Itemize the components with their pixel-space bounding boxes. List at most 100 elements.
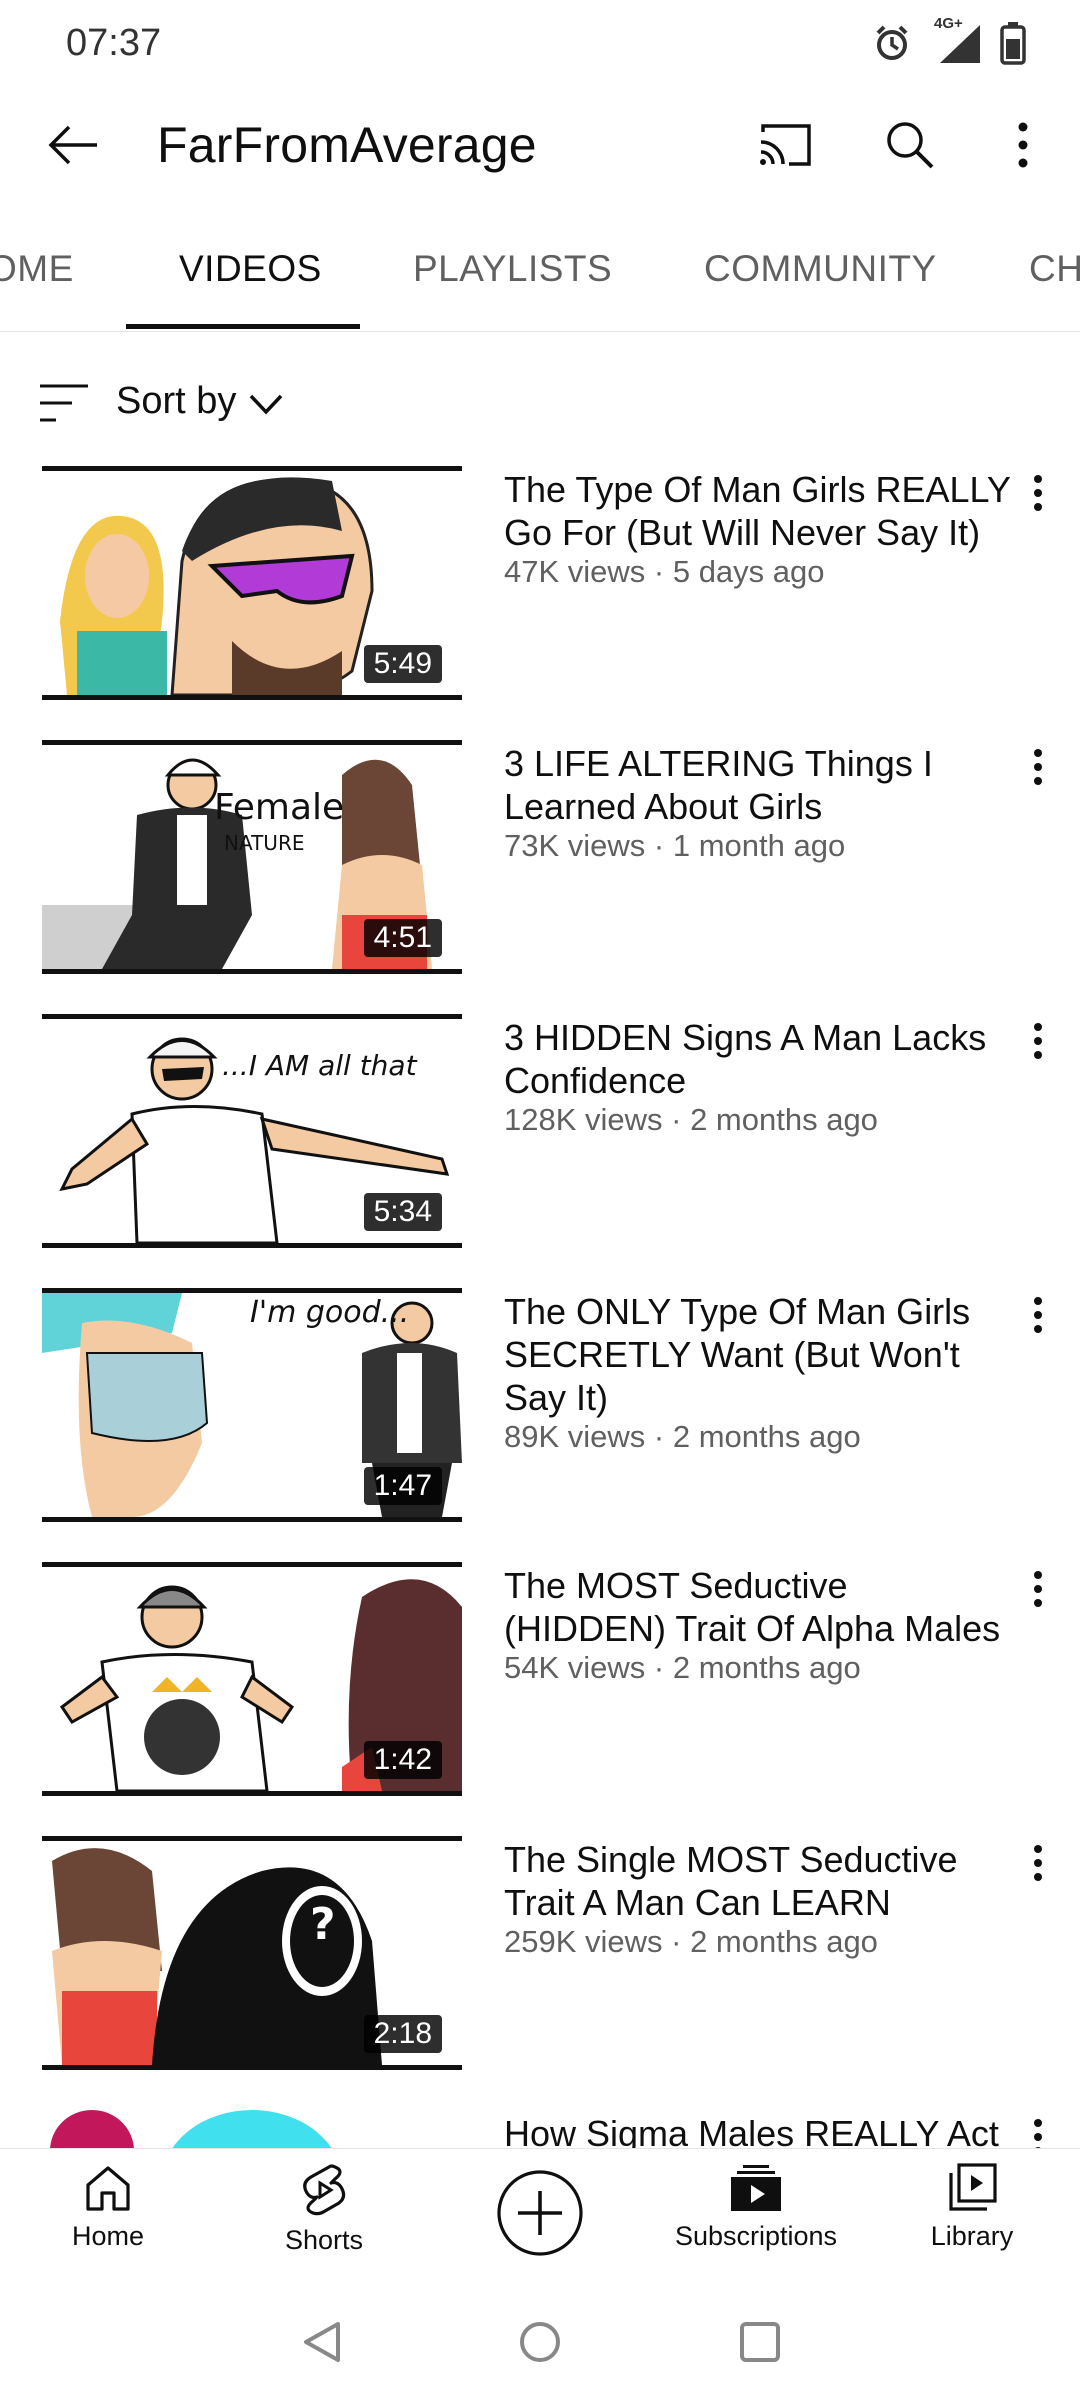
more-vert-icon [1034,1297,1042,1333]
video-thumbnail[interactable]: 5:49 [42,466,462,700]
nav-library[interactable]: Library [882,2163,1062,2273]
video-duration: 2:18 [363,2015,442,2053]
video-meta: 73K views · 1 month ago [504,828,846,863]
more-vert-icon [1034,749,1042,785]
video-thumbnail[interactable] [42,2110,462,2148]
status-icons: 4G+ [872,15,1026,70]
video-title[interactable]: The Single MOST Seductive Trait A Man Ca… [504,1838,1014,1924]
video-item[interactable]: ? 2:18 The Single MOST Seductive Trait A… [0,1836,1080,2110]
video-title[interactable]: How Sigma Males REALLY Act [504,2112,1014,2148]
back-button[interactable] [40,112,106,178]
alarm-icon [872,23,912,68]
chevron-down-icon [249,394,283,415]
active-tab-indicator [126,324,360,329]
video-meta: 128K views · 2 months ago [504,1102,878,1137]
sort-icon [40,384,88,422]
video-thumbnail[interactable]: ? 2:18 [42,1836,462,2070]
thumbnail-text: I'm good... [250,1295,410,1330]
video-more-button[interactable] [1022,1840,1054,1886]
more-vert-icon [1034,1845,1042,1881]
cast-button[interactable] [752,112,818,178]
tab-community[interactable]: COMMUNITY [704,248,937,290]
video-more-button[interactable] [1022,744,1054,790]
video-meta: 47K views · 5 days ago [504,554,825,589]
shorts-icon [303,2164,346,2216]
tab-playlists[interactable]: PLAYLISTS [413,248,612,290]
video-title[interactable]: The Type Of Man Girls REALLY Go For (But… [504,468,1014,554]
system-back-button[interactable] [292,2312,352,2372]
more-vert-icon [1034,1571,1042,1607]
network-label: 4G+ [934,14,963,32]
video-thumbnail[interactable]: Female NATURE 4:51 [42,740,462,974]
subscriptions-icon [731,2165,781,2211]
more-options-button[interactable] [990,112,1056,178]
video-more-button[interactable] [1022,470,1054,516]
app-bar: FarFromAverage [0,90,1080,200]
sort-by-button[interactable]: Sort by [0,358,1080,448]
search-icon [887,122,934,169]
video-more-button[interactable] [1022,1566,1054,1612]
more-vert-icon [1034,475,1042,511]
more-vert-icon [1034,2119,1042,2148]
nav-shorts-label: Shorts [284,2225,364,2255]
more-vert-icon [1034,1023,1042,1059]
video-meta: 259K views · 2 months ago [504,1924,878,1959]
video-item[interactable]: 5:49 The Type Of Man Girls REALLY Go For… [0,466,1080,740]
video-list: 5:49 The Type Of Man Girls REALLY Go For… [0,466,1080,2148]
video-duration: 5:34 [363,1193,442,1231]
search-button[interactable] [877,112,943,178]
video-duration: 5:49 [363,645,442,683]
home-circle-icon [520,2322,560,2362]
video-duration: 4:51 [363,919,442,957]
video-more-button[interactable] [1022,2114,1054,2148]
tab-home[interactable]: OME [0,248,74,290]
video-item[interactable]: Female NATURE 4:51 3 LIFE ALTERING Thing… [0,740,1080,1014]
nav-library-label: Library [930,2221,1014,2251]
tab-videos[interactable]: VIDEOS [179,248,322,290]
channel-title: FarFromAverage [157,117,537,173]
video-item[interactable]: 1:42 The MOST Seductive (HIDDEN) Trait O… [0,1562,1080,1836]
create-plus-icon [497,2170,583,2256]
nav-home[interactable]: Home [18,2163,198,2273]
video-item[interactable]: How Sigma Males REALLY Act [0,2110,1080,2148]
video-more-button[interactable] [1022,1018,1054,1064]
status-time: 07:37 [66,22,162,64]
home-icon [86,2166,130,2211]
system-recents-button[interactable] [730,2312,790,2372]
system-navigation-bar [0,2284,1080,2400]
channel-tabs: OME VIDEOS PLAYLISTS COMMUNITY CH [0,220,1080,332]
video-title[interactable]: 3 HIDDEN Signs A Man Lacks Confidence [504,1016,1014,1102]
nav-subscriptions-label: Subscriptions [674,2221,838,2251]
thumbnail-text: ...I AM all that [222,1049,417,1082]
thumbnail-text: ? [310,1899,336,1950]
create-button[interactable] [450,2169,630,2279]
nav-home-label: Home [71,2221,145,2251]
signal-icon: 4G+ [930,15,982,70]
back-arrow-icon [48,125,97,165]
library-icon [949,2163,997,2211]
video-thumbnail[interactable]: ...I AM all that 5:34 [42,1014,462,1248]
status-bar: 07:37 4G+ [0,0,1080,90]
nav-subscriptions[interactable]: Subscriptions [666,2163,846,2273]
video-meta: 89K views · 2 months ago [504,1419,861,1454]
tab-channels[interactable]: CH [1029,248,1080,290]
recents-square-icon [740,2322,780,2362]
video-duration: 1:42 [363,1741,442,1779]
thumbnail-illustration [42,2110,462,2148]
video-more-button[interactable] [1022,1292,1054,1338]
battery-icon [1000,21,1026,70]
video-item[interactable]: I'm good... 1:47 The ONLY Type Of Man Gi… [0,1288,1080,1562]
video-title[interactable]: The MOST Seductive (HIDDEN) Trait Of Alp… [504,1564,1014,1650]
video-item[interactable]: ...I AM all that 5:34 3 HIDDEN Signs A M… [0,1014,1080,1288]
video-meta: 54K views · 2 months ago [504,1650,861,1685]
video-thumbnail[interactable]: I'm good... 1:47 [42,1288,462,1522]
nav-shorts[interactable]: Shorts [234,2163,414,2273]
cast-icon [760,124,811,166]
system-home-button[interactable] [510,2312,570,2372]
bottom-navigation: Home Shorts Subscriptions Library [0,2148,1080,2284]
video-duration: 1:47 [363,1467,442,1505]
video-title[interactable]: The ONLY Type Of Man Girls SECRETLY Want… [504,1290,1014,1419]
video-title[interactable]: 3 LIFE ALTERING Things I Learned About G… [504,742,1014,828]
more-vert-icon [1018,122,1028,168]
video-thumbnail[interactable]: 1:42 [42,1562,462,1796]
